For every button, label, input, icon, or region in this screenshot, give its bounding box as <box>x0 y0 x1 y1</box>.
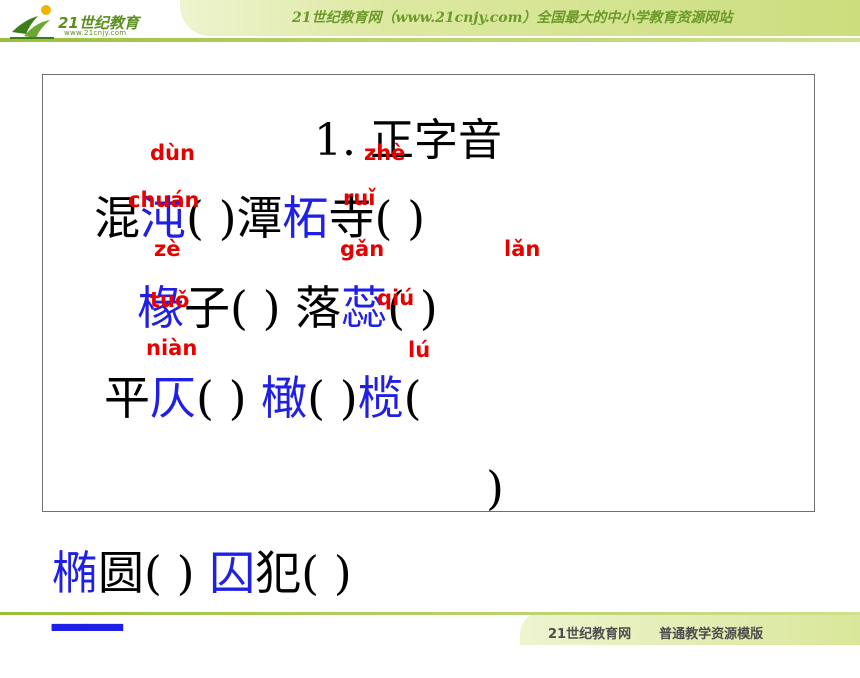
highlighted-character: 囚 <box>209 546 256 600</box>
highlighted-character: 柘 <box>282 191 329 245</box>
highlighted-character: 仄 <box>150 371 196 425</box>
text-segment: 犯( ) <box>255 546 352 600</box>
text-segment: ( <box>403 371 422 425</box>
runner-logo-icon <box>10 5 54 39</box>
pinyin-label: zhè <box>364 141 406 165</box>
header: 21世纪教育 www.21cnjy.com 21世纪教育网（www.21cnjy… <box>0 0 860 44</box>
text-segment: ( ) <box>307 371 358 425</box>
text-line: 平仄( ) 橄( )榄( <box>104 375 422 421</box>
pinyin-label: lú <box>408 338 431 362</box>
text-segment: 子( ) 落 <box>184 281 342 335</box>
text-segment: 潭 <box>236 191 283 245</box>
footer-text: 21世纪教育网 普通教学资源模版 <box>548 623 763 642</box>
pinyin-label: tuǒ <box>150 288 190 312</box>
highlighted-character: 橄 <box>261 371 308 425</box>
pinyin-label: qiú <box>377 286 415 310</box>
text-line: 椭圆( ) 囚犯( ) <box>52 550 352 596</box>
footer: 21世纪教育网 普通教学资源模版 <box>0 612 860 645</box>
footer-template-label: 普通教学资源模版 <box>659 627 764 642</box>
text-segment: 平 <box>104 371 150 425</box>
text-segment: ) <box>486 461 504 515</box>
logo-url: www.21cnjy.com <box>64 29 127 37</box>
slide-title: 1. 正字音 <box>314 115 502 166</box>
pinyin-label: zè <box>154 237 181 261</box>
site-logo[interactable]: 21世纪教育 www.21cnjy.com <box>6 2 176 42</box>
pinyin-label: gǎn <box>340 237 385 261</box>
site-title: 21世纪教育网（www.21cnjy.com）全国最大的中小学教育资源网站 <box>292 10 733 26</box>
pinyin-label: ruǐ <box>343 186 376 210</box>
highlighted-character: 椭 <box>52 546 98 600</box>
pinyin-label: dùn <box>150 141 195 165</box>
pinyin-label: niàn <box>146 336 198 360</box>
text-segment: ( ) <box>196 371 262 425</box>
text-segment: 圆( ) <box>98 546 210 600</box>
pinyin-label: chuán <box>128 188 200 212</box>
text-line: ) <box>486 465 504 511</box>
pinyin-label: lǎn <box>504 237 541 261</box>
highlighted-character: 榄 <box>357 371 404 425</box>
footer-site-name[interactable]: 21世纪教育网 <box>548 627 631 642</box>
footer-divider <box>0 612 860 615</box>
